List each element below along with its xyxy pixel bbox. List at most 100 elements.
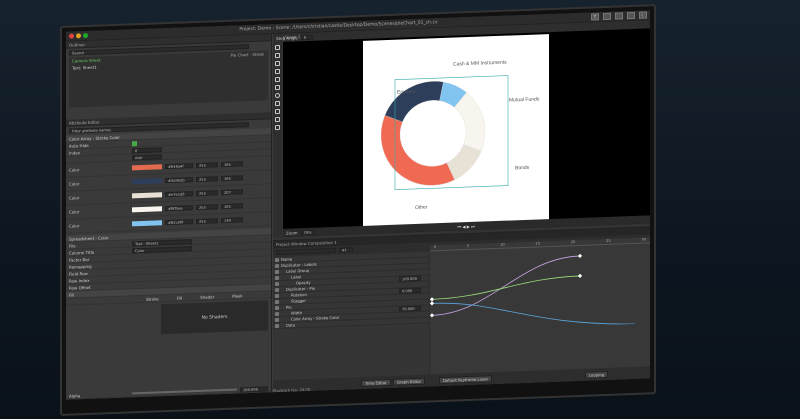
star-tool-icon[interactable]: [275, 108, 280, 115]
color-hex[interactable]: #82c4f0: [165, 219, 193, 226]
shader-list: No Shaders: [161, 300, 268, 335]
visibility-icon[interactable]: [275, 305, 279, 310]
looping-toggle[interactable]: Looping: [585, 370, 608, 379]
layer-value[interactable]: 0.000: [399, 287, 421, 294]
visibility-icon[interactable]: [275, 281, 279, 286]
rectangle-tool-icon[interactable]: [275, 84, 280, 91]
animation-curve[interactable]: [431, 275, 581, 300]
visibility-icon[interactable]: [275, 317, 279, 322]
image-icon[interactable]: [627, 11, 635, 20]
color-channel[interactable]: 207: [221, 189, 243, 196]
animation-curves[interactable]: [429, 244, 637, 332]
graph-editor[interactable]: 0 5 10 15 20 25 30: [429, 237, 650, 375]
color-channel[interactable]: 255: [196, 162, 218, 169]
layer-name: Rotation: [291, 291, 307, 298]
ruler-tick: 20: [570, 240, 576, 245]
ruler-tick: 30: [641, 237, 646, 242]
no-shaders-text: No Shaders: [201, 314, 228, 321]
select-tool-icon[interactable]: [275, 44, 280, 51]
visibility-icon[interactable]: [275, 293, 279, 298]
graph-editor-button[interactable]: Graph Editor: [393, 377, 426, 386]
hand-tool-icon[interactable]: [275, 124, 280, 131]
visibility-icon[interactable]: [275, 299, 279, 304]
playback-fps: Playback fps: 24.00: [273, 386, 311, 394]
animation-curve[interactable]: [431, 296, 636, 331]
keyframe[interactable]: [429, 297, 435, 302]
tab-shader[interactable]: Shader: [200, 294, 214, 300]
color-swatch[interactable]: [132, 178, 162, 185]
color-swatch[interactable]: [132, 164, 162, 171]
zoom-input[interactable]: 70%: [300, 229, 315, 235]
color-channel[interactable]: 255: [196, 176, 218, 183]
polygon-tool-icon[interactable]: [275, 100, 280, 107]
color-hex[interactable]: #e7e1d6: [165, 191, 193, 198]
close-window-button[interactable]: [69, 33, 74, 39]
text-tool-icon[interactable]: [275, 76, 280, 83]
add-button[interactable]: Add: [132, 153, 162, 160]
color-channel[interactable]: 165: [221, 203, 243, 210]
section-title: Spreadsheet - Color: [69, 234, 109, 242]
tab-fill[interactable]: Fill: [177, 295, 182, 300]
layer-value[interactable]: 100.000: [399, 275, 421, 282]
color-channel[interactable]: 255: [196, 190, 218, 197]
grid-icon[interactable]: [603, 12, 611, 21]
color-channel[interactable]: 130: [221, 217, 243, 224]
visibility-icon[interactable]: [275, 287, 279, 292]
attr-value[interactable]: 0: [132, 146, 162, 153]
alpha-slider[interactable]: [132, 388, 237, 395]
color-channel[interactable]: 165: [221, 175, 243, 182]
color-hex[interactable]: #2d3e5b: [165, 177, 193, 184]
keyframe[interactable]: [577, 273, 583, 279]
checkbox[interactable]: [132, 140, 137, 146]
moon-icon[interactable]: ☾: [639, 11, 647, 19]
keyframe[interactable]: [429, 301, 435, 306]
layer-search-input[interactable]: [276, 247, 336, 255]
keyframe[interactable]: [577, 253, 583, 259]
ellipse-tool-icon[interactable]: [275, 92, 280, 99]
playback-controls-icon[interactable]: ⏮ ◀ ▶ ⏭: [458, 223, 475, 229]
tab-mask[interactable]: Mask: [232, 293, 242, 298]
color-label: Color: [69, 167, 80, 173]
keyframe[interactable]: [429, 313, 435, 318]
layout-icon[interactable]: [615, 12, 623, 20]
alpha-value[interactable]: 100.000: [240, 385, 268, 392]
visibility-icon[interactable]: [275, 323, 279, 328]
color-swatch[interactable]: [132, 192, 162, 199]
rotate-tool-icon[interactable]: [275, 116, 280, 123]
layer-value[interactable]: 70.000: [399, 305, 421, 312]
visibility-icon[interactable]: [275, 263, 279, 268]
layer-name: Opacity: [296, 279, 311, 286]
canvas[interactable]: Cash & MM Instruments Mutual Funds Bonds…: [363, 34, 549, 229]
viewer[interactable]: Viewer 1 Cash & MM Instruments Mutual Fu…: [283, 28, 650, 237]
color-channel[interactable]: 255: [196, 218, 218, 225]
color-hex[interactable]: #f8f5ee: [165, 205, 193, 212]
move-tool-icon[interactable]: [275, 52, 280, 59]
color-swatch[interactable]: [132, 206, 162, 213]
visibility-icon[interactable]: [275, 257, 279, 262]
layer-list: Name Duplicator - Labels Label Group Label O…: [273, 251, 429, 381]
step-angle-input[interactable]: 0: [300, 34, 313, 40]
outliner-search-placeholder: Search: [72, 51, 85, 56]
visibility-icon[interactable]: [275, 275, 279, 280]
pen-tool-icon[interactable]: [275, 60, 280, 67]
visibility-icon[interactable]: [275, 269, 279, 274]
minimize-window-button[interactable]: [76, 33, 81, 39]
time-editor-button[interactable]: Time Editor: [361, 378, 391, 387]
pie-slice[interactable]: [384, 81, 444, 123]
line-tool-icon[interactable]: [275, 68, 280, 75]
keyframe-layer-select[interactable]: Default Keyframe Layer: [439, 375, 493, 385]
layer-name: Pie: [286, 304, 292, 310]
text-tool-icon[interactable]: T: [591, 13, 599, 21]
color-channel[interactable]: 255: [196, 204, 218, 211]
animation-curve[interactable]: [431, 255, 581, 316]
color-hex[interactable]: #E46a4f: [165, 163, 193, 170]
maximize-window-button[interactable]: [83, 32, 88, 39]
pie-slice[interactable]: [380, 113, 455, 187]
tab-stroke[interactable]: Stroke: [146, 296, 159, 301]
visibility-icon[interactable]: [275, 311, 279, 316]
color-swatch[interactable]: [132, 220, 162, 227]
color-channel[interactable]: 165: [221, 161, 243, 168]
frame-input[interactable]: 47: [339, 246, 353, 253]
outliner-item-label: Camera Sheet: [72, 57, 101, 64]
layer-name: Name: [281, 256, 293, 262]
